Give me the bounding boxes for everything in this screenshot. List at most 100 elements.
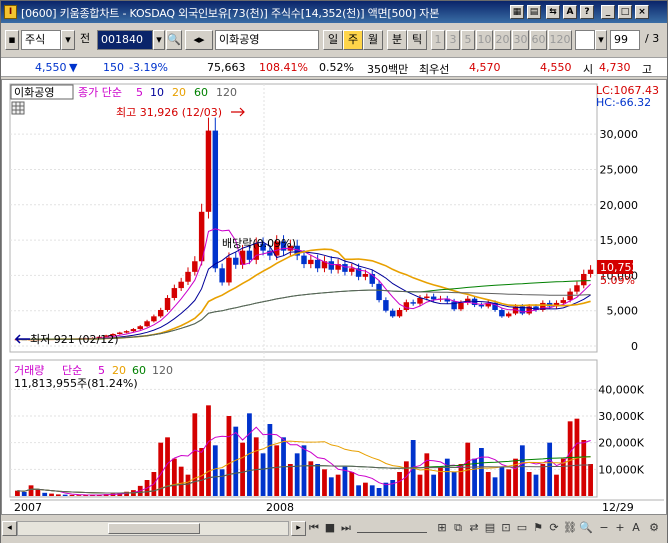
text-tool-icon[interactable]: A [629, 521, 643, 536]
code-input[interactable]: 001840 [97, 30, 153, 50]
interval-3[interactable]: 3 [446, 30, 460, 50]
help-icon[interactable]: ? [580, 5, 594, 19]
price-tick-label: 0 [631, 340, 638, 353]
candle-body [478, 305, 485, 307]
screen-icon[interactable]: ▭ [515, 521, 529, 536]
current-price-tag-text: 10,752 [600, 261, 639, 274]
window-list-icon[interactable]: ▤ [527, 5, 541, 19]
flag-icon[interactable]: ⚑ [531, 521, 545, 536]
interval-1[interactable]: 1 [431, 30, 445, 50]
stock-name-field[interactable]: 이화공영 [215, 30, 319, 50]
candle-body [574, 285, 580, 292]
best-label: 최우선 [419, 63, 450, 76]
period-minute[interactable]: 분 [387, 30, 407, 50]
count-suffix: / 3 [645, 32, 660, 45]
period-week[interactable]: 주 [343, 30, 363, 50]
candle-body [219, 268, 225, 283]
compare-icon[interactable]: ⇄ [467, 521, 481, 536]
volume-bar [369, 485, 375, 496]
candle-body [505, 313, 512, 317]
market-select[interactable]: 주식 [21, 30, 61, 50]
zoom-out-icon[interactable]: − [597, 521, 611, 536]
interval-60[interactable]: 60 [530, 30, 547, 50]
chart-svg[interactable]: 05,00010,00015,00020,00025,00030,000 10,… [2, 80, 666, 514]
volume-bar [226, 416, 232, 496]
code-dropdown-icon[interactable]: ▾ [153, 30, 165, 50]
period-month[interactable]: 월 [363, 30, 383, 50]
volume-ma-60: 60 [132, 364, 146, 377]
candle-body [226, 257, 232, 283]
pin-icon[interactable]: ▪ [5, 30, 19, 50]
stop-icon[interactable]: ■ [323, 521, 337, 536]
volume-bar [424, 453, 430, 496]
speaker-icon[interactable]: ◂▸ [185, 30, 213, 50]
zoom-in-icon[interactable]: + [613, 521, 627, 536]
volume-bar [376, 488, 382, 496]
interval-120[interactable]: 120 [548, 30, 572, 50]
chart-settings-icon[interactable]: ▦ [510, 5, 524, 19]
candle-body [212, 130, 219, 269]
volume-bar [185, 474, 191, 496]
maximize-icon[interactable]: □ [618, 5, 632, 19]
interval-20[interactable]: 20 [494, 30, 511, 50]
link-chain-icon[interactable]: ⛓ [563, 521, 577, 536]
close-icon[interactable]: × [635, 5, 649, 19]
volume-bar [28, 485, 34, 496]
market-dropdown-icon[interactable]: ▾ [61, 30, 75, 50]
volume-ratio: 108.41% [259, 61, 308, 74]
chart-icon[interactable]: ▤ [483, 521, 497, 536]
sync-icon[interactable]: ⟳ [547, 521, 561, 536]
candle-body [233, 257, 239, 265]
volume-bar [69, 494, 75, 496]
rewind-icon[interactable]: ⏮ [307, 521, 321, 536]
scroll-right-icon[interactable]: ▸ [291, 521, 306, 536]
high-label: 고 [642, 63, 653, 76]
grid-toggle-icon[interactable] [11, 101, 25, 115]
candle-body [185, 271, 191, 282]
ma-legend-120: 120 [216, 86, 237, 99]
search-icon[interactable]: 🔍 [166, 30, 182, 50]
interval-5[interactable]: 5 [461, 30, 475, 50]
price-tick-label: 15,000 [600, 234, 639, 247]
ma-legend-20: 20 [172, 86, 186, 99]
alert-icon[interactable]: A [563, 5, 577, 19]
title-bar[interactable]: I [0600] 키움종합차트 - KOSDAQ 외국인보유[73(천)] 주식… [1, 1, 667, 23]
volume-tick-label: 10,000K [598, 463, 644, 476]
interval-10[interactable]: 10 [476, 30, 493, 50]
scroll-thumb[interactable] [108, 523, 200, 534]
chart-area[interactable]: 0 5,000 10,000 15,000 20,000 25,000 30,000 10,… [1, 79, 667, 515]
chart-window: I [0600] 키움종합차트 - KOSDAQ 외국인보유[73(천)] 주식… [0, 0, 668, 543]
scroll-track[interactable] [17, 521, 289, 536]
minimize-icon[interactable]: _ [601, 5, 615, 19]
crosshair-icon[interactable]: ⊞ [435, 521, 449, 536]
period-day[interactable]: 일 [323, 30, 343, 50]
candle-body [328, 261, 335, 270]
candle-body [342, 264, 348, 272]
link-icon[interactable]: ⇆ [546, 5, 560, 19]
interval-dropdown-icon[interactable]: ▾ [595, 30, 607, 50]
volume-bar [15, 490, 20, 496]
zoom-slider[interactable] [357, 523, 427, 533]
scroll-left-icon[interactable]: ◂ [2, 521, 17, 536]
ma-legend-5: 5 [136, 86, 143, 99]
volume-bar [554, 474, 559, 496]
volume-bar [62, 494, 68, 496]
price-tick-label: 30,000 [600, 128, 639, 141]
count-input[interactable]: 99 [610, 30, 640, 50]
volume-bar [42, 492, 48, 496]
period-tick[interactable]: 틱 [407, 30, 427, 50]
copy-icon[interactable]: ⧉ [451, 521, 465, 536]
group-icon[interactable]: ⊡ [499, 521, 513, 536]
settings-icon[interactable]: ⚙ [647, 521, 661, 536]
candle-body [157, 309, 164, 317]
ma-legend-label: 종가 단순 [78, 86, 122, 99]
volume-bar [171, 458, 177, 496]
fast-forward-icon[interactable]: ⏭ [339, 521, 353, 536]
interval-custom-input[interactable] [575, 30, 595, 50]
volume-bar [274, 445, 280, 496]
trade-amount: 350백만 [367, 63, 409, 76]
x-label-2007: 2007 [14, 501, 42, 514]
interval-30[interactable]: 30 [512, 30, 529, 50]
kiwoom-app-icon: I [4, 5, 17, 19]
zoom-search-icon[interactable]: 🔍 [579, 521, 593, 536]
